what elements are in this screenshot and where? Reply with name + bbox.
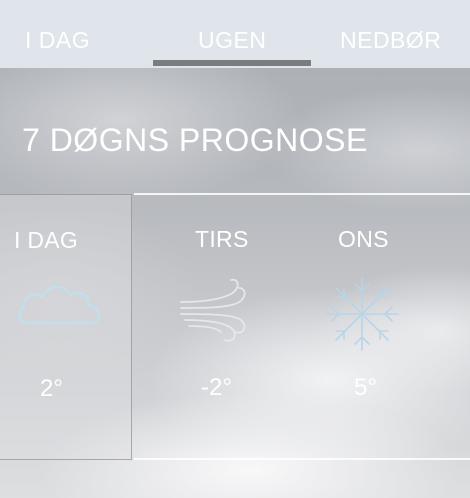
forecast-day-tirs[interactable]: TIRS -2° (179, 194, 312, 460)
tab-i-dag[interactable]: I DAG (25, 27, 90, 59)
day-temperature: 5° (354, 374, 377, 401)
tab-bar: I DAG UGEN NEDBØR (0, 0, 470, 68)
weather-app: I DAG UGEN NEDBØR 7 DØGNS PROGNOSE I DAG… (0, 0, 470, 498)
wind-icon (180, 278, 246, 342)
tab-nedbor[interactable]: NEDBØR (340, 27, 441, 59)
forecast-day-today[interactable]: I DAG 2° (0, 194, 132, 460)
snowflake-icon (325, 277, 399, 351)
day-name: TIRS (195, 226, 249, 252)
cloud-icon (18, 285, 100, 325)
forecast-day-ons[interactable]: ONS 5° (322, 194, 455, 460)
day-temperature: 2° (40, 375, 63, 402)
day-temperature: -2° (201, 374, 232, 401)
active-tab-indicator (153, 60, 311, 66)
tab-ugen[interactable]: UGEN (198, 27, 266, 59)
day-name: I DAG (14, 227, 79, 253)
page-title: 7 DØGNS PROGNOSE (22, 122, 368, 158)
day-name: ONS (338, 226, 389, 252)
